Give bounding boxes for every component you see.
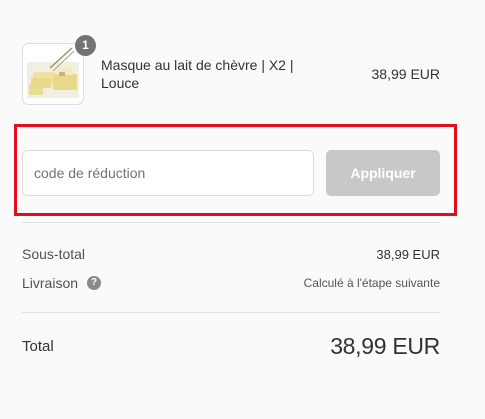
product-thumbnail [22, 43, 84, 105]
quantity-badge: 1 [75, 35, 96, 56]
divider [22, 222, 440, 223]
discount-code-input[interactable] [22, 150, 314, 196]
subtotal-value: 38,99 EUR [376, 247, 440, 262]
product-price: 38,99 EUR [371, 66, 440, 82]
apply-discount-button[interactable]: Appliquer [326, 150, 440, 196]
total-label: Total [22, 338, 54, 355]
total-value: 38,99 EUR [330, 333, 440, 359]
product-name: Masque au lait de chèvre | X2 | Louce [101, 57, 294, 91]
soap-image [27, 47, 79, 98]
help-icon[interactable]: ? [87, 276, 101, 290]
shipping-label: Livraison [22, 275, 79, 291]
subtotal-label: Sous-total [22, 246, 86, 262]
shipping-value: Calculé à l'étape suivante [303, 276, 440, 290]
divider [22, 312, 440, 313]
